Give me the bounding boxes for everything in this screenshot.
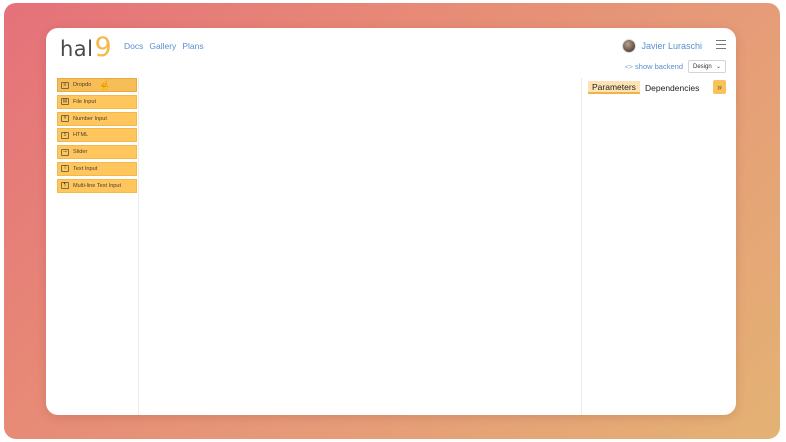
component-label: Multi-line Text Input bbox=[73, 182, 122, 189]
components-panel: ≡ Dropdo ▤ File Input # Number Input 5 H… bbox=[46, 78, 139, 415]
app-window: hal 9 Docs Gallery Plans Javier Luraschi… bbox=[46, 28, 736, 415]
textarea-icon: ¶ bbox=[61, 182, 69, 190]
logo-nine: 9 bbox=[94, 32, 112, 63]
component-label: Dropdo bbox=[73, 82, 92, 88]
component-list: ≡ Dropdo ▤ File Input # Number Input 5 H… bbox=[57, 78, 137, 196]
nav-docs[interactable]: Docs bbox=[124, 41, 143, 51]
user-name[interactable]: Javier Luraschi bbox=[641, 41, 702, 51]
dropdown-icon: ≡ bbox=[61, 81, 69, 89]
nav-plans[interactable]: Plans bbox=[182, 41, 203, 51]
component-file-input[interactable]: ▤ File Input bbox=[57, 94, 137, 109]
component-label: Text Input bbox=[73, 165, 98, 172]
avatar[interactable] bbox=[622, 39, 637, 53]
component-number-input[interactable]: # Number Input bbox=[57, 111, 137, 126]
component-text-input[interactable]: T Text Input bbox=[57, 161, 137, 176]
nav-gallery[interactable]: Gallery bbox=[149, 41, 176, 51]
collapse-panel-button[interactable]: » bbox=[713, 80, 726, 94]
html-icon: 5 bbox=[61, 131, 69, 139]
hamburger-menu-icon[interactable] bbox=[716, 40, 726, 49]
component-multiline-text-input[interactable]: ¶ Multi-line Text Input bbox=[57, 178, 137, 193]
component-slider[interactable]: ⊸ Slider bbox=[57, 145, 137, 160]
chevron-down-icon: ⌄ bbox=[715, 64, 721, 70]
component-html[interactable]: 5 HTML bbox=[57, 128, 137, 143]
code-icon: <> bbox=[624, 62, 634, 71]
canvas-area[interactable] bbox=[140, 78, 581, 415]
component-label: File Input bbox=[73, 98, 97, 105]
component-label: Number Input bbox=[73, 115, 107, 122]
show-backend-link[interactable]: <> show backend bbox=[625, 62, 683, 71]
text-input-icon: T bbox=[61, 165, 69, 173]
properties-panel: Parameters Dependencies » bbox=[581, 78, 736, 415]
component-label: HTML bbox=[73, 132, 89, 139]
file-icon: ▤ bbox=[61, 98, 69, 106]
number-icon: # bbox=[61, 115, 69, 123]
logo-text: hal bbox=[60, 37, 94, 61]
slider-icon: ⊸ bbox=[61, 148, 69, 156]
double-chevron-right-icon: » bbox=[716, 82, 722, 92]
tab-dependencies[interactable]: Dependencies bbox=[641, 81, 703, 94]
top-nav: Docs Gallery Plans bbox=[124, 41, 204, 51]
user-menu[interactable]: Javier Luraschi bbox=[622, 39, 702, 53]
hal9-logo[interactable]: hal 9 bbox=[60, 32, 112, 63]
mode-select-value: Design bbox=[693, 63, 712, 70]
show-backend-label: show backend bbox=[635, 62, 683, 71]
component-label: Slider bbox=[73, 149, 88, 156]
mode-select[interactable]: Design ⌄ bbox=[688, 60, 726, 73]
tab-parameters[interactable]: Parameters bbox=[588, 81, 640, 94]
hand-cursor-icon: ☝ bbox=[98, 80, 111, 91]
component-dropdown[interactable]: ≡ Dropdo bbox=[57, 78, 137, 92]
